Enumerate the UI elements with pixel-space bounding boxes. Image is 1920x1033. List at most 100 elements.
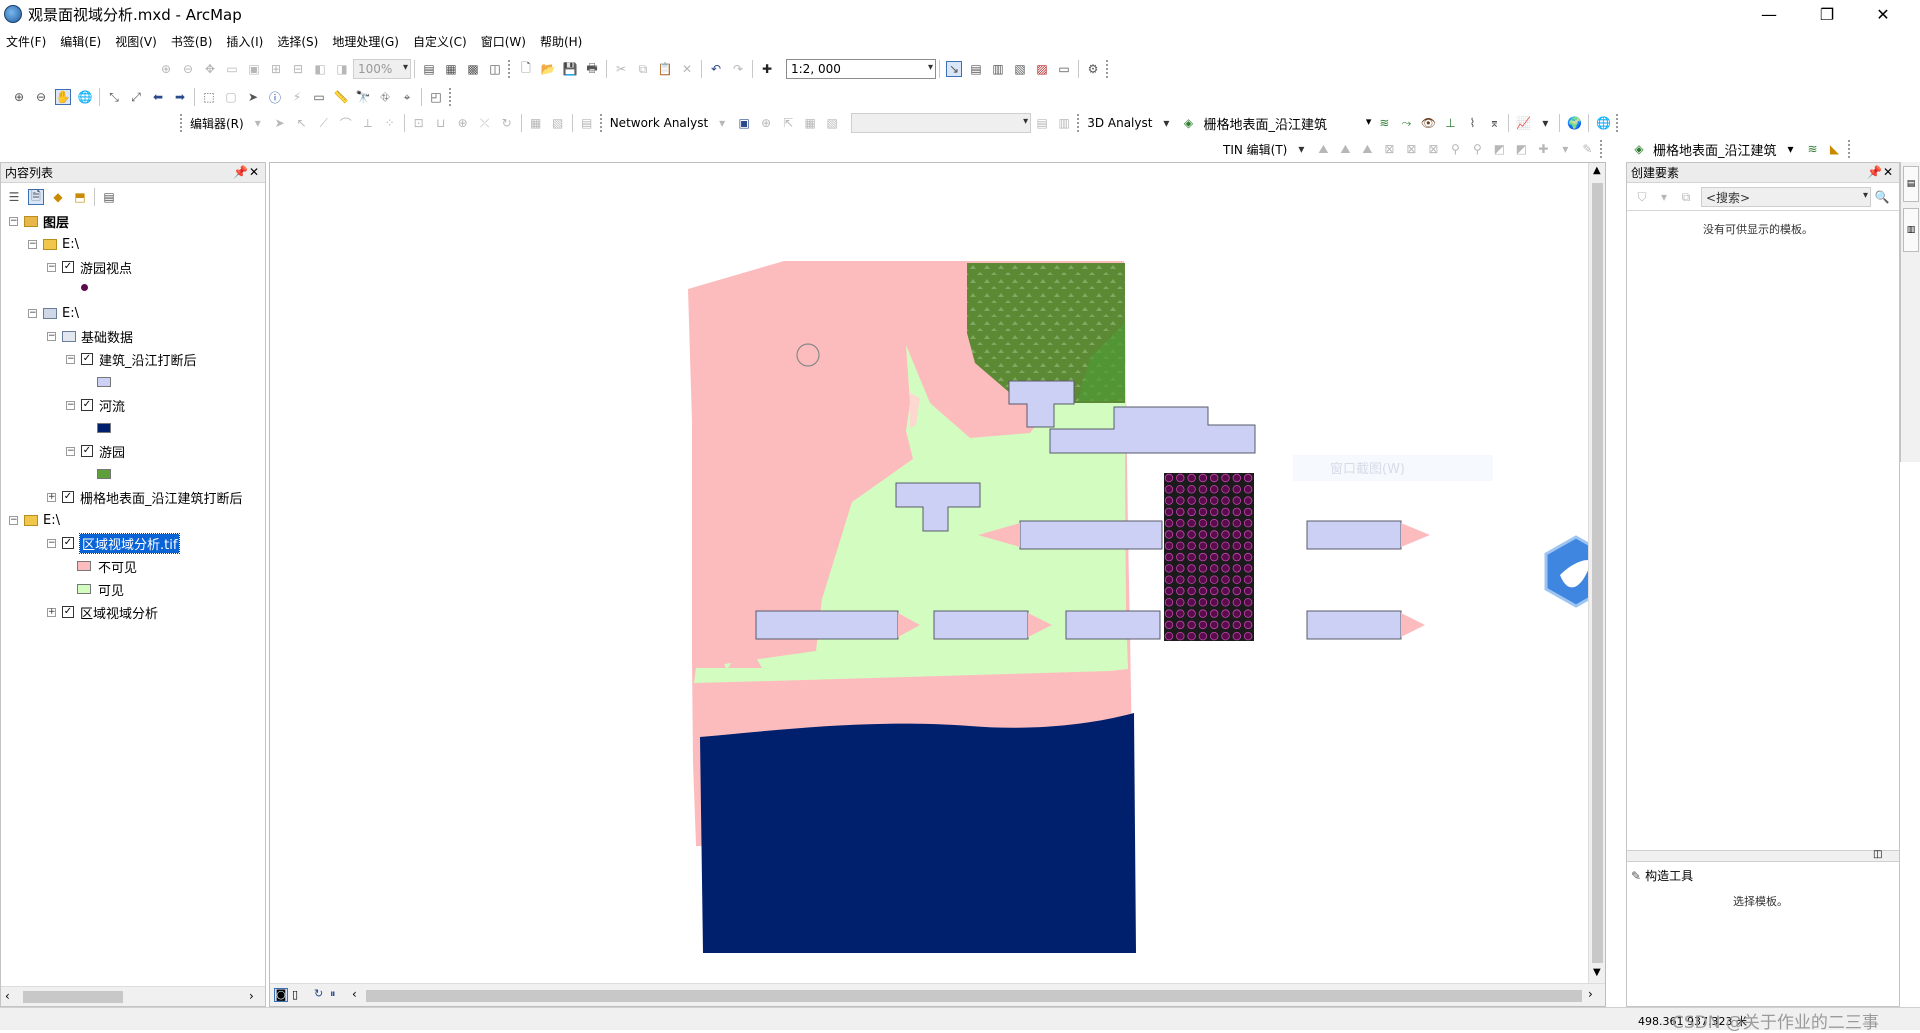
point-profile-icon[interactable]: ⊥ xyxy=(1442,115,1458,131)
steepest-path-icon[interactable]: ⤳ xyxy=(1398,115,1414,131)
arcglobe-icon[interactable]: 🌐 xyxy=(1595,115,1611,131)
toc-root[interactable]: − 图层 xyxy=(9,211,69,231)
add-tin-polygon-icon[interactable]: ⛰ xyxy=(1359,141,1375,157)
delete-icon[interactable]: ✕ xyxy=(679,61,695,77)
menu-customize[interactable]: 自定义(C) xyxy=(413,33,467,50)
scroll-right-icon[interactable]: › xyxy=(249,989,254,1003)
sketch-properties-icon[interactable]: ▧ xyxy=(550,115,566,131)
change-layout-icon[interactable]: ▩ xyxy=(465,61,481,77)
end-point-arc-icon[interactable]: ⌒ xyxy=(338,115,354,131)
toc-layer-raster-surface[interactable]: + ✓ 栅格地表面_沿江建筑打断后 xyxy=(47,487,243,507)
fixed-zoom-in-page-icon[interactable]: ⊞ xyxy=(268,61,284,77)
create-network-location-icon[interactable]: ⊕ xyxy=(758,115,774,131)
fixed-zoom-out-icon[interactable]: ⤢ xyxy=(128,89,144,105)
collapse-icon[interactable]: − xyxy=(47,331,56,341)
select-features-icon[interactable]: ⬚ xyxy=(201,89,217,105)
menu-selection[interactable]: 选择(S) xyxy=(277,33,318,50)
full-extent-icon[interactable]: 🌐 xyxy=(77,89,93,105)
menu-help[interactable]: 帮助(H) xyxy=(540,33,582,50)
solve-icon[interactable]: ▦ xyxy=(802,115,818,131)
editor-menu[interactable]: 编辑器(R) xyxy=(190,115,244,132)
trace-icon[interactable]: ⟂ xyxy=(360,115,376,131)
expand-icon[interactable]: + xyxy=(47,492,56,502)
fixed-zoom-out-page-icon[interactable]: ⊟ xyxy=(290,61,306,77)
scroll-right-icon[interactable]: › xyxy=(1588,987,1593,1001)
build-network-icon[interactable]: ▤ xyxy=(1034,115,1050,131)
map-canvas[interactable]: 窗口截图(W) xyxy=(270,163,1606,1007)
paste-icon[interactable]: 📋 xyxy=(657,61,673,77)
group-by-icon[interactable]: ⧉ xyxy=(1678,189,1694,205)
toc-workspace[interactable]: − E:\ xyxy=(28,234,79,254)
pin-icon[interactable]: 📌 xyxy=(1867,165,1882,179)
organize-templates-icon[interactable]: ⛉ xyxy=(1634,189,1650,205)
modelbuilder-icon[interactable]: ⚙ xyxy=(1085,61,1101,77)
pan-page-icon[interactable]: ✥ xyxy=(202,61,218,77)
edit-tool-icon[interactable]: ➤ xyxy=(272,115,288,131)
zoom-combo[interactable]: 100% ▾ xyxy=(353,59,411,79)
rotate-icon[interactable]: ↻ xyxy=(499,115,515,131)
toggle-draft-mode-icon[interactable]: ▤ xyxy=(421,61,437,77)
catalog-window-icon[interactable]: ▥ xyxy=(990,61,1006,77)
zoom-out-page-icon[interactable]: ⊖ xyxy=(180,61,196,77)
pause-drawing-icon[interactable]: ⏸ xyxy=(330,987,336,1001)
visibility-checkbox[interactable]: ✓ xyxy=(62,491,74,503)
profile-graph-icon[interactable]: 📈 xyxy=(1515,115,1531,131)
measure-icon[interactable]: 📏 xyxy=(333,89,349,105)
panel-splitter[interactable]: ◫ xyxy=(1627,849,1899,862)
toc-horizontal-scrollbar[interactable]: ‹ › xyxy=(1,986,265,1006)
interpolate-line-icon[interactable]: ⌇ xyxy=(1464,115,1480,131)
line-of-sight-icon[interactable]: 👁 xyxy=(1420,115,1436,131)
pan-icon[interactable]: ✋ xyxy=(55,89,71,105)
collapse-icon[interactable]: − xyxy=(28,308,37,318)
menu-insert[interactable]: 插入(I) xyxy=(226,33,263,50)
refresh-icon[interactable]: ↻ xyxy=(314,987,323,1000)
catalog-tab[interactable]: ▤ xyxy=(1903,166,1919,202)
copy-icon[interactable]: ⧉ xyxy=(635,61,651,77)
collapse-icon[interactable]: − xyxy=(47,262,56,272)
delete-edge-icon[interactable]: ⊠ xyxy=(1403,141,1419,157)
directions-icon[interactable]: ▧ xyxy=(824,115,840,131)
arcscene-icon[interactable]: 🌍 xyxy=(1566,115,1582,131)
node-height-icon[interactable]: ⚲ xyxy=(1469,141,1485,157)
collapse-icon[interactable]: − xyxy=(66,400,75,410)
layout-view-icon[interactable]: ▯ xyxy=(292,988,298,1001)
contour-icon[interactable]: ≋ xyxy=(1376,115,1392,131)
hyperlink-icon[interactable]: ⚡ xyxy=(289,89,305,105)
contour-tool-icon[interactable]: ≋ xyxy=(1805,141,1821,157)
add-data-icon[interactable]: ✚ xyxy=(759,61,775,77)
print-icon[interactable]: 🖶 xyxy=(584,61,600,77)
redo-icon[interactable]: ↷ xyxy=(730,61,746,77)
options-icon[interactable]: ▤ xyxy=(101,189,117,205)
back-extent-page-icon[interactable]: ◧ xyxy=(312,61,328,77)
go-back-icon[interactable]: ⬅ xyxy=(150,89,166,105)
collapse-icon[interactable]: − xyxy=(66,446,75,456)
flip-edge-icon[interactable]: ⊠ xyxy=(1425,141,1441,157)
menu-bookmarks[interactable]: 书签(B) xyxy=(171,33,213,50)
toc-layer-viewshed[interactable]: + ✓ 区域视域分析 xyxy=(47,602,158,622)
move-node-icon[interactable]: ⚲ xyxy=(1447,141,1463,157)
point-icon[interactable]: ⁘ xyxy=(382,115,398,131)
add-tin-point-icon[interactable]: ⛰ xyxy=(1315,141,1331,157)
collapse-icon[interactable]: − xyxy=(28,239,37,249)
scroll-down-icon[interactable]: ▼ xyxy=(1593,967,1601,978)
menu-view[interactable]: 视图(V) xyxy=(115,33,157,50)
histogram-icon[interactable]: ◣ xyxy=(1827,141,1843,157)
undo-icon[interactable]: ↶ xyxy=(708,61,724,77)
minimize-button[interactable]: — xyxy=(1742,0,1796,28)
create-features-icon[interactable]: ▤ xyxy=(579,115,595,131)
list-by-drawing-order-icon[interactable]: ☰ xyxy=(6,189,22,205)
visibility-checkbox[interactable]: ✓ xyxy=(81,399,93,411)
visibility-checkbox[interactable]: ✓ xyxy=(81,353,93,365)
spatial-layer-combo[interactable]: 栅格地表面_沿江建筑 xyxy=(1653,140,1777,159)
scroll-left-icon[interactable]: ‹ xyxy=(5,989,10,1003)
create-viewer-window-icon[interactable]: ◰ xyxy=(428,89,444,105)
toc-layer-park[interactable]: − ✓ 游园 xyxy=(66,441,125,461)
tin-edge-tag-icon[interactable]: ◩ xyxy=(1513,141,1529,157)
straight-segment-icon[interactable]: ⟋ xyxy=(316,115,332,131)
attributes-icon[interactable]: ▦ xyxy=(528,115,544,131)
toc-layer-viewshed-tif[interactable]: − ✓ 区域视域分析.tif xyxy=(47,532,181,554)
restore-button[interactable]: ❐ xyxy=(1800,0,1854,28)
menu-geoprocessing[interactable]: 地理处理(G) xyxy=(332,33,399,50)
pin-icon[interactable]: 📌 xyxy=(233,165,248,179)
interpolate-polygon-icon[interactable]: ⌆ xyxy=(1486,115,1502,131)
